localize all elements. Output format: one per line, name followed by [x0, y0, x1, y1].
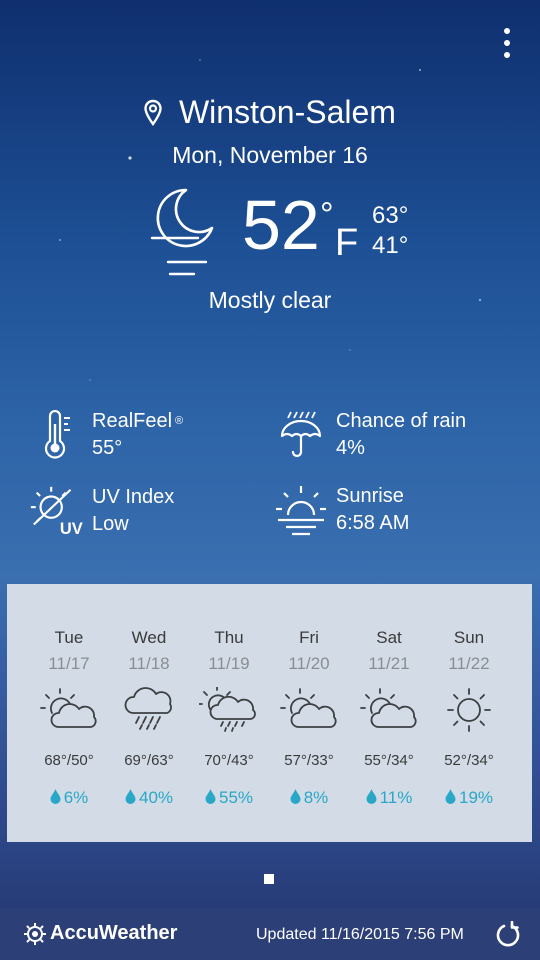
forecast-hi-lo: 52°/34° [444, 752, 494, 769]
thermometer-icon [44, 410, 70, 459]
page-indicator [264, 874, 274, 884]
overflow-menu-button[interactable] [500, 28, 514, 58]
sunrise-icon [276, 486, 326, 536]
rain-percent: 8% [303, 788, 329, 807]
last-updated-text: Updated 11/16/2015 7:56 PM [256, 926, 464, 943]
forecast-day-name: Sun [453, 628, 485, 647]
footer-bar: AccuWeather Updated 11/16/2015 7:56 PM [0, 908, 540, 960]
rain-drop-icon [290, 789, 301, 804]
rain-icon [124, 687, 172, 730]
location-header[interactable]: Winston-Salem [0, 92, 540, 131]
forecast-hi-lo: 55°/34° [364, 752, 414, 769]
detail-chance-of-rain: Chance of rain 4% [272, 408, 466, 462]
forecast-day-name: Thu [214, 628, 244, 647]
refresh-icon[interactable] [495, 921, 521, 947]
forecast-rain-chance: 40% [109, 788, 189, 808]
rain-drop-icon [125, 789, 136, 804]
daily-forecast-panel: Tue 11/17 68°/50° 6% Wed 11/18 69°/63° 4… [7, 584, 532, 842]
city-name: Winston-Salem [178, 94, 396, 131]
detail-sunrise: Sunrise 6:58 AM [272, 483, 409, 537]
forecast-rain-chance: 8% [269, 788, 349, 808]
partly-cloudy-icon [40, 688, 97, 728]
chance-of-rain-label: Chance of rain [336, 410, 467, 432]
sunrise-value: 6:58 AM [336, 512, 410, 534]
forecast-date: 11/19 [208, 654, 250, 673]
menu-dot [504, 40, 510, 46]
forecast-hi-lo: 57°/33° [284, 752, 334, 769]
detail-realfeel: RealFeel ® 55° [28, 408, 183, 462]
realfeel-label: RealFeel [92, 410, 173, 432]
detail-uv-index: UV UV Index Low [28, 483, 174, 539]
sunny-icon [447, 688, 491, 732]
partly-sunny-rain-icon [199, 687, 256, 732]
forecast-rain-chance: 6% [29, 788, 109, 808]
moon-mostly-clear-icon [150, 188, 214, 276]
rain-drop-icon [205, 789, 216, 804]
sunrise-label: Sunrise [336, 485, 404, 507]
location-pin-icon [144, 99, 162, 126]
forecast-rain-chance: 11% [349, 788, 429, 808]
svg-text:UV: UV [60, 520, 83, 538]
menu-dot [504, 28, 510, 34]
forecast-day-name: Fri [299, 628, 319, 647]
rain-drop-icon [445, 789, 456, 804]
rain-percent: 6% [63, 788, 89, 807]
rain-percent: 55% [218, 788, 254, 807]
accuweather-logo[interactable]: AccuWeather [24, 922, 177, 945]
current-temperature: 52 [242, 186, 320, 264]
brand-name: AccuWeather [50, 922, 178, 944]
forecast-day-name: Tue [54, 628, 84, 647]
forecast-rain-chance: 19% [429, 788, 509, 808]
rain-drop-icon [50, 789, 61, 804]
high-temperature: 63° [372, 202, 409, 229]
forecast-rain-chance: 55% [189, 788, 269, 808]
registered-mark: ® [175, 415, 184, 427]
degree-symbol: ° [320, 196, 334, 234]
partly-cloudy-icon [280, 688, 337, 728]
menu-dot [504, 52, 510, 58]
rain-percent: 40% [138, 788, 174, 807]
forecast-date: 11/21 [368, 654, 410, 673]
forecast-day-name: Sat [376, 628, 402, 647]
forecast-day-name: Wed [131, 628, 167, 647]
partly-cloudy-icon [360, 688, 417, 728]
uv-index-icon: UV [30, 486, 83, 538]
forecast-hi-lo: 69°/63° [124, 752, 174, 769]
realfeel-value: 55° [92, 437, 123, 459]
current-condition: Mostly clear [208, 287, 332, 313]
sun-logo-icon [24, 922, 46, 945]
uv-index-value: Low [92, 513, 129, 535]
uv-index-label: UV Index [92, 486, 175, 508]
rain-percent: 19% [458, 788, 494, 807]
umbrella-icon [280, 411, 322, 458]
forecast-date: 11/17 [48, 654, 90, 673]
forecast-date: 11/18 [128, 654, 170, 673]
rain-drop-icon [366, 789, 377, 804]
low-temperature: 41° [372, 232, 409, 259]
forecast-date: 11/22 [448, 654, 490, 673]
forecast-hi-lo: 70°/43° [204, 752, 254, 769]
forecast-date: 11/20 [288, 654, 330, 673]
rain-percent: 11% [379, 788, 413, 807]
temperature-unit: F [335, 222, 359, 264]
forecast-hi-lo: 68°/50° [44, 752, 94, 769]
chance-of-rain-value: 4% [336, 437, 365, 459]
current-date: Mon, November 16 [172, 142, 368, 168]
